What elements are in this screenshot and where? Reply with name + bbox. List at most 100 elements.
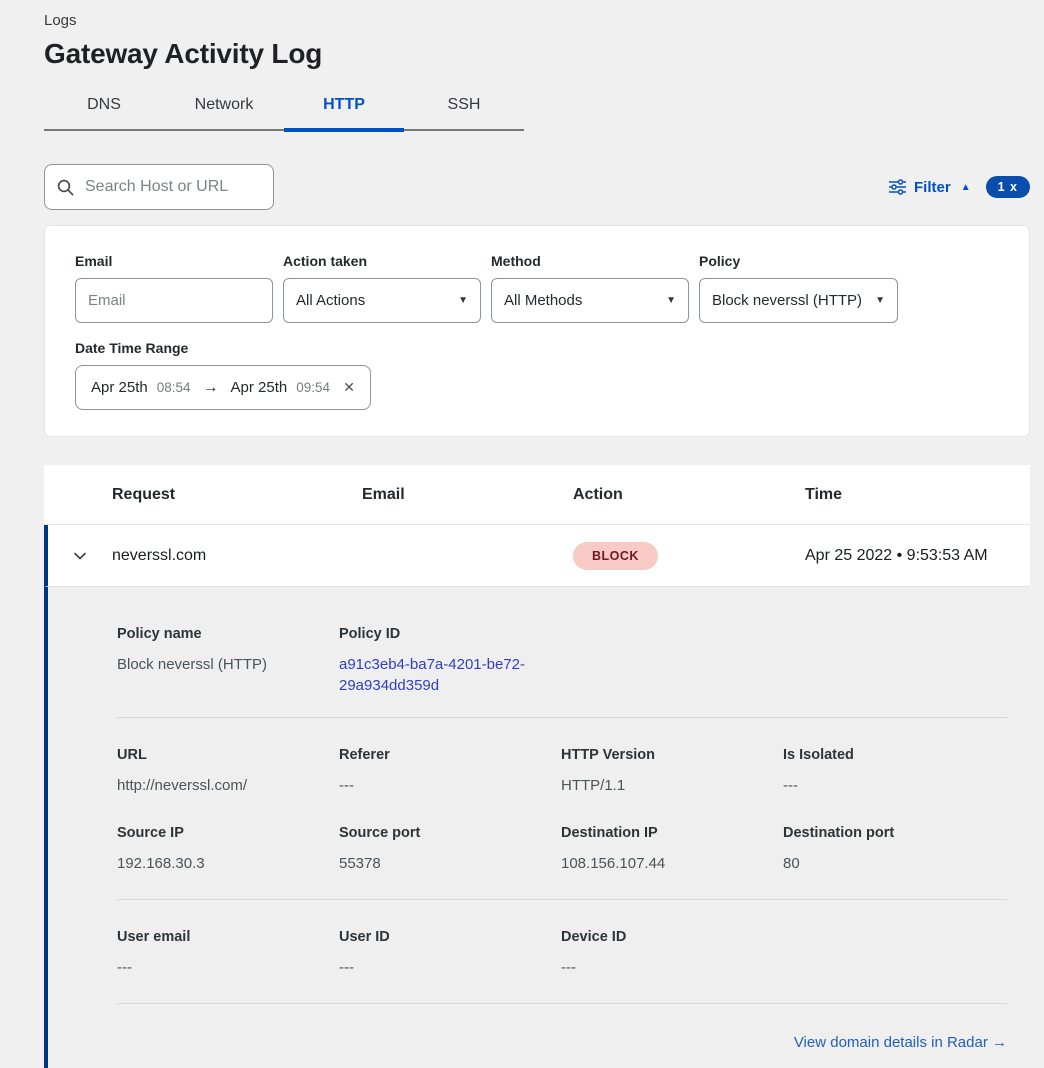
referer-label: Referer [339, 747, 561, 763]
date-range-picker[interactable]: Apr 25th 08:54 → Apr 25th 09:54 ✕ [75, 365, 371, 410]
date-range-label: Date Time Range [75, 340, 999, 356]
source-ip-value: 192.168.30.3 [117, 853, 339, 874]
user-email-cell: User email --- [117, 929, 339, 978]
tab-dns[interactable]: DNS [44, 87, 164, 129]
tab-network[interactable]: Network [164, 87, 284, 129]
search-box[interactable] [44, 164, 274, 210]
policy-name-label: Policy name [117, 626, 339, 642]
tab-bar: DNS Network HTTP SSH [44, 87, 524, 131]
row-action: BLOCK [573, 542, 805, 570]
view-radar-link[interactable]: View domain details in Radar → [794, 1034, 1007, 1051]
source-ip-label: Source IP [117, 825, 339, 841]
filter-toggle-button[interactable]: Filter ▲ [889, 179, 971, 196]
policy-label: Policy [699, 253, 897, 269]
chevron-down-icon[interactable] [70, 546, 90, 566]
section-divider [117, 899, 1007, 900]
filter-label: Filter [914, 179, 951, 196]
device-id-cell: Device ID --- [561, 929, 783, 978]
source-port-cell: Source port 55378 [339, 825, 561, 874]
tab-ssh[interactable]: SSH [404, 87, 524, 129]
action-taken-select[interactable]: All Actions ▼ [283, 278, 481, 323]
destination-port-label: Destination port [783, 825, 1007, 841]
chevron-down-icon: ▼ [458, 295, 468, 306]
time-from: 08:54 [157, 380, 191, 395]
breadcrumb[interactable]: Logs [44, 12, 1030, 29]
filter-count-badge[interactable]: 1 x [986, 176, 1030, 198]
page-title: Gateway Activity Log [44, 38, 1030, 70]
row-request: neverssl.com [112, 547, 362, 565]
source-port-label: Source port [339, 825, 561, 841]
toolbar: Filter ▲ 1 x [44, 164, 1030, 210]
user-id-cell: User ID --- [339, 929, 561, 978]
radar-link-row: View domain details in Radar → [117, 1034, 1007, 1052]
gateway-activity-log-page: Logs Gateway Activity Log DNS Network HT… [0, 0, 1044, 1068]
action-taken-value: All Actions [296, 292, 365, 309]
header-request: Request [112, 486, 362, 504]
url-label: URL [117, 747, 339, 763]
method-select[interactable]: All Methods ▼ [491, 278, 689, 323]
destination-ip-label: Destination IP [561, 825, 783, 841]
row-detail-panel: Policy name Block neverssl (HTTP) Policy… [44, 587, 1030, 1068]
table-row[interactable]: neverssl.com BLOCK Apr 25 2022 • 9:53:53… [44, 525, 1030, 587]
method-field: Method All Methods ▼ [491, 253, 689, 323]
filter-sliders-icon [889, 179, 906, 195]
user-email-label: User email [117, 929, 339, 945]
http-version-cell: HTTP Version HTTP/1.1 [561, 747, 783, 796]
http-version-label: HTTP Version [561, 747, 783, 763]
arrow-right-icon: → [203, 379, 219, 397]
method-value: All Methods [504, 292, 582, 309]
row-time: Apr 25 2022 • 9:53:53 AM [805, 547, 1030, 565]
date-to: Apr 25th [231, 379, 288, 396]
is-isolated-value: --- [783, 775, 1007, 796]
destination-port-value: 80 [783, 853, 1007, 874]
user-id-value: --- [339, 957, 561, 978]
chevron-down-icon: ▼ [666, 295, 676, 306]
tab-http[interactable]: HTTP [284, 87, 404, 129]
action-taken-label: Action taken [283, 253, 481, 269]
referer-value: --- [339, 775, 561, 796]
policy-id-label: Policy ID [339, 626, 561, 642]
section-divider [117, 717, 1007, 718]
filter-panel: Email Action taken All Actions ▼ Method … [44, 225, 1030, 437]
header-email: Email [362, 486, 573, 504]
header-action: Action [573, 486, 805, 504]
source-port-value: 55378 [339, 853, 561, 874]
section-divider [117, 1003, 1007, 1004]
search-icon [57, 179, 74, 196]
http-version-value: HTTP/1.1 [561, 775, 783, 796]
method-label: Method [491, 253, 689, 269]
email-filter-field: Email [75, 253, 273, 323]
policy-name-value: Block neverssl (HTTP) [117, 654, 339, 675]
policy-value: Block neverssl (HTTP) [712, 292, 862, 309]
device-id-value: --- [561, 957, 783, 978]
network-detail-row: Source IP 192.168.30.3 Source port 55378… [117, 825, 1007, 874]
email-filter-label: Email [75, 253, 273, 269]
policy-select[interactable]: Block neverssl (HTTP) ▼ [699, 278, 898, 323]
time-to: 09:54 [296, 380, 330, 395]
date-range-field: Date Time Range Apr 25th 08:54 → Apr 25t… [75, 340, 999, 410]
policy-name-cell: Policy name Block neverssl (HTTP) [117, 626, 339, 696]
policy-id-link[interactable]: a91c3eb4-ba7a-4201-be72-29a934dd359d [339, 654, 561, 696]
policy-field: Policy Block neverssl (HTTP) ▼ [699, 253, 897, 323]
filter-controls: Filter ▲ 1 x [889, 176, 1030, 198]
user-detail-row: User email --- User ID --- Device ID --- [117, 929, 1007, 978]
block-status-badge: BLOCK [573, 542, 658, 570]
destination-port-cell: Destination port 80 [783, 825, 1007, 874]
user-email-value: --- [117, 957, 339, 978]
user-id-label: User ID [339, 929, 561, 945]
url-cell: URL http://neverssl.com/ [117, 747, 339, 796]
email-filter-input[interactable] [75, 278, 273, 323]
activity-table: Request Email Action Time neverssl.com B… [44, 465, 1030, 1068]
action-taken-field: Action taken All Actions ▼ [283, 253, 481, 323]
policy-id-cell: Policy ID a91c3eb4-ba7a-4201-be72-29a934… [339, 626, 561, 696]
search-input[interactable] [83, 177, 261, 197]
url-value: http://neverssl.com/ [117, 775, 339, 796]
clear-date-range-icon[interactable]: ✕ [343, 379, 355, 396]
table-header-row: Request Email Action Time [44, 465, 1030, 525]
chevron-down-icon: ▼ [875, 295, 885, 306]
source-ip-cell: Source IP 192.168.30.3 [117, 825, 339, 874]
policy-detail-row: Policy name Block neverssl (HTTP) Policy… [117, 626, 1007, 696]
request-detail-row: URL http://neverssl.com/ Referer --- HTT… [117, 747, 1007, 796]
header-time: Time [805, 486, 1030, 504]
is-isolated-label: Is Isolated [783, 747, 1007, 763]
